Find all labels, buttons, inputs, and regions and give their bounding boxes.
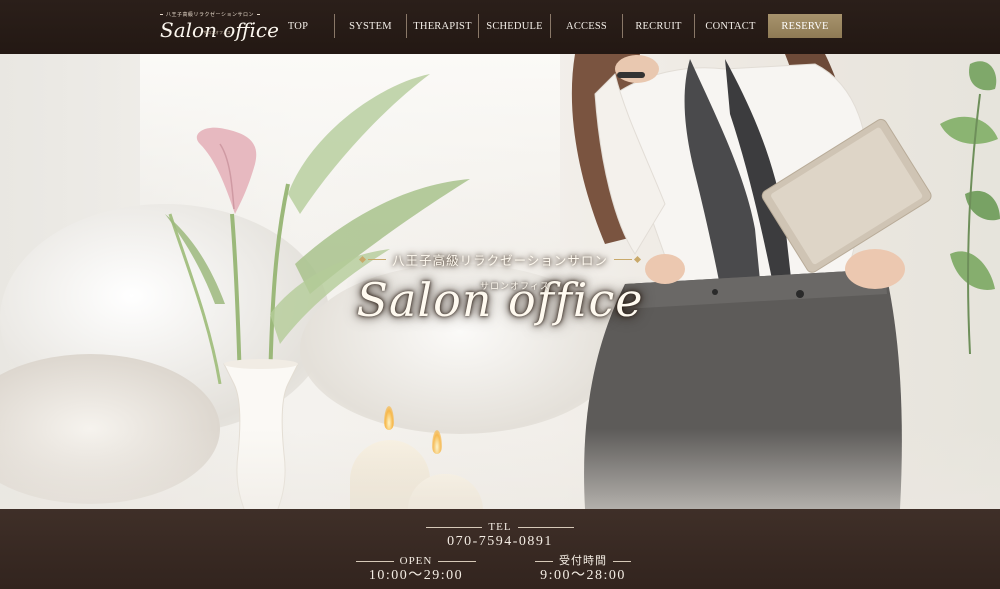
- open-block: OPEN 10:00～29:00: [350, 555, 482, 585]
- main-nav: TOP SYSTEM THERAPIST SCHEDULE ACCESS REC…: [262, 14, 842, 38]
- tel-block: TEL 070-7594-0891: [420, 521, 580, 551]
- logo-tagline-text: 八王子高級リラクゼーションサロン: [166, 13, 254, 18]
- calla-lily-plant: [165, 74, 470, 384]
- site-logo[interactable]: 八王子高級リラクゼーションサロン Salon office サロンオフィス: [160, 11, 279, 40]
- reception-block: 受付時間 9:00～28:00: [520, 555, 646, 585]
- ornament-right-icon: [613, 255, 641, 264]
- reserve-button[interactable]: RESERVE: [768, 14, 842, 38]
- hero-tagline-text: 八王子高級リラクゼーションサロン: [392, 254, 608, 268]
- open-label: OPEN: [350, 555, 482, 567]
- site-header: 八王子高級リラクゼーションサロン Salon office サロンオフィス TO…: [0, 0, 1000, 55]
- reception-label: 受付時間: [520, 555, 646, 567]
- tel-number[interactable]: 070-7594-0891: [420, 533, 580, 551]
- nav-contact[interactable]: CONTACT: [694, 14, 766, 38]
- ornament-left-icon: [359, 255, 387, 264]
- tel-label-text: TEL: [488, 521, 512, 533]
- nav-top[interactable]: TOP: [262, 14, 334, 38]
- hero-section: 八王子高級リラクゼーションサロン Salon office サロンオフィス: [0, 54, 1000, 509]
- info-bar: TEL 070-7594-0891 OPEN 10:00～29:00 受付時間 …: [0, 509, 1000, 589]
- nav-system[interactable]: SYSTEM: [334, 14, 406, 38]
- hero-title: 八王子高級リラクゼーションサロン Salon office サロンオフィス: [340, 249, 660, 325]
- nav-schedule[interactable]: SCHEDULE: [478, 14, 550, 38]
- open-hours: 10:00～29:00: [368, 568, 464, 583]
- logo-tagline: 八王子高級リラクゼーションサロン: [160, 11, 260, 18]
- hero-tagline: 八王子高級リラクゼーションサロン: [359, 250, 641, 269]
- hero-salon-kana: サロンオフィス: [480, 281, 550, 291]
- nav-therapist[interactable]: THERAPIST: [406, 14, 478, 38]
- reception-hours: 9:00～28:00: [540, 568, 626, 583]
- nav-recruit[interactable]: RECRUIT: [622, 14, 694, 38]
- open-label-text: OPEN: [399, 555, 433, 567]
- logo-sub: サロンオフィス: [203, 30, 231, 35]
- reception-label-text: 受付時間: [559, 555, 607, 567]
- hero-fade: [0, 429, 1000, 509]
- nav-access[interactable]: ACCESS: [550, 14, 622, 38]
- tel-label: TEL: [420, 521, 580, 533]
